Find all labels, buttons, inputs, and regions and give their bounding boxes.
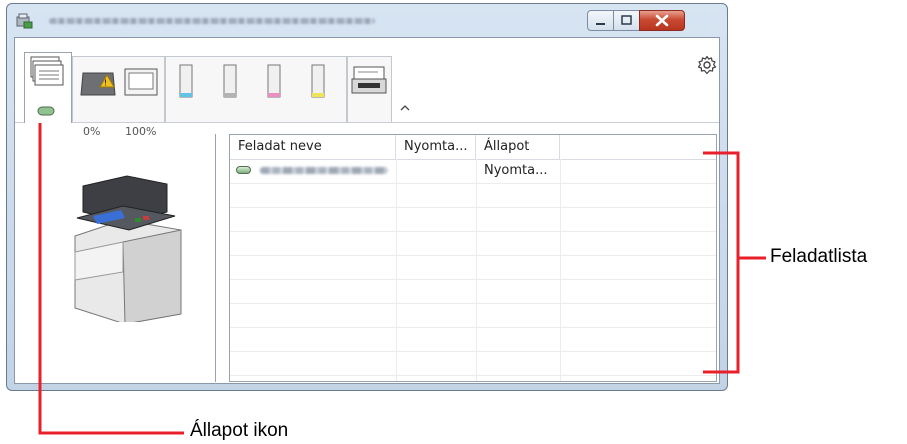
printer-queue-icon — [30, 56, 64, 116]
callout-lines — [38, 118, 766, 435]
tab-print-queue[interactable] — [24, 52, 72, 123]
callout-job-list: Feladatlista — [770, 246, 868, 267]
status-ok-icon — [37, 106, 55, 116]
callout-status-icon: Állapot ikon — [190, 420, 289, 441]
